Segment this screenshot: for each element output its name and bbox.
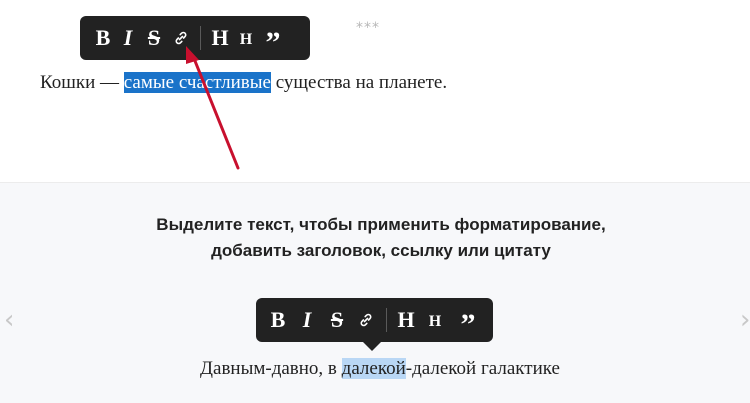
link-button[interactable]: [168, 16, 194, 60]
link-button[interactable]: [352, 298, 380, 342]
text-before: Кошки —: [40, 72, 124, 93]
heading-small-button[interactable]: H: [419, 296, 451, 344]
link-icon: [175, 31, 187, 45]
text-after: -далекой галактике: [405, 358, 560, 379]
text-before: Давным-давно, в: [200, 358, 342, 379]
tip-line-2: добавить заголовок, ссылку или цитату: [211, 241, 551, 260]
formatting-toolbar-top: B I S H H ”: [80, 16, 310, 60]
link-icon: [360, 313, 372, 327]
formatting-toolbar-bottom: B I S H H ”: [256, 298, 493, 342]
toolbar-divider: [386, 308, 387, 332]
strikethrough-button[interactable]: S: [322, 298, 352, 342]
selected-text[interactable]: самые счастливые: [123, 72, 271, 93]
tip-line-1: Выделите текст, чтобы применить форматир…: [156, 215, 606, 234]
heading-large-button[interactable]: H: [207, 16, 233, 60]
toolbar-divider: [200, 26, 201, 50]
chevron-left-icon[interactable]: ‹: [4, 305, 14, 335]
heading-small-button[interactable]: H: [233, 14, 259, 62]
quote-button[interactable]: ”: [451, 293, 485, 347]
example-text-top: Кошки — самые счастливые существа на пла…: [40, 72, 447, 94]
heading-large-button[interactable]: H: [393, 298, 419, 342]
quote-button[interactable]: ”: [259, 11, 287, 65]
bold-button[interactable]: B: [90, 16, 116, 60]
text-after: существа на планете.: [270, 72, 448, 93]
example-text-bottom: Давным-давно, в далекой-далекой галактик…: [0, 358, 750, 380]
tip-caption: Выделите текст, чтобы применить форматир…: [0, 212, 750, 264]
italic-button[interactable]: I: [292, 298, 322, 342]
strikethrough-button[interactable]: S: [140, 16, 168, 60]
italic-button[interactable]: I: [116, 16, 140, 60]
chevron-right-icon[interactable]: ›: [740, 305, 750, 335]
bold-button[interactable]: B: [264, 298, 292, 342]
toolbar-pointer: [363, 342, 381, 351]
separator-asterisks: ***: [356, 20, 380, 36]
selected-text[interactable]: далекой: [341, 358, 406, 379]
